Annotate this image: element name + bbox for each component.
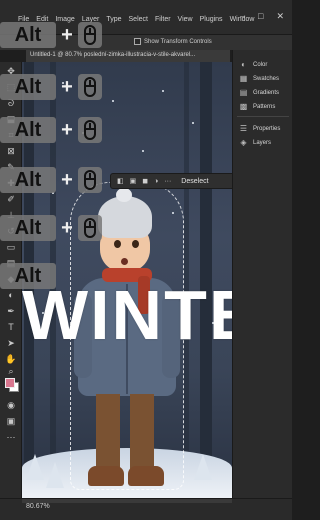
contextual-task-bar: ◧ ▣ ◼ ◑ ··· Deselect bbox=[110, 173, 252, 189]
show-transform-controls-label: Show Transform Controls bbox=[144, 38, 212, 45]
deselect-button[interactable]: Deselect bbox=[181, 178, 208, 185]
swatches-icon: ▦ bbox=[239, 74, 248, 83]
panel-layers[interactable]: ◈ Layers bbox=[239, 138, 271, 147]
snowflake bbox=[192, 122, 194, 124]
eraser-tool-icon[interactable]: ▭ bbox=[5, 242, 17, 253]
panel-properties[interactable]: ☰ Properties bbox=[239, 124, 280, 133]
edit-toolbar-icon[interactable]: ⋯ bbox=[5, 432, 17, 443]
alt-scroll-overlay: Alt + bbox=[0, 22, 102, 48]
dodge-tool-icon[interactable]: ◐ bbox=[5, 290, 17, 301]
menu-plugins[interactable]: Plugins bbox=[200, 16, 223, 23]
checkbox-box[interactable] bbox=[134, 38, 141, 45]
show-transform-controls-checkbox[interactable]: Show Transform Controls bbox=[134, 38, 212, 45]
layers-icon: ◈ bbox=[240, 138, 247, 147]
pen-tool-icon[interactable]: ✒ bbox=[5, 306, 17, 317]
snowy-pine bbox=[194, 454, 212, 480]
panel-swatches[interactable]: ▦ Swatches bbox=[239, 74, 279, 83]
panel-gradients[interactable]: ▤ Gradients bbox=[239, 88, 279, 97]
plus-sign: + bbox=[61, 23, 73, 46]
panel-label: Patterns bbox=[253, 103, 276, 110]
color-icon: ◐ bbox=[241, 60, 246, 69]
snowflake bbox=[112, 100, 114, 102]
alt-scroll-overlay: Alt + bbox=[0, 74, 102, 100]
panel-label: Color bbox=[253, 61, 268, 68]
menu-type[interactable]: Type bbox=[106, 16, 121, 23]
alt-key: Alt bbox=[0, 22, 56, 48]
more-options-icon[interactable]: ··· bbox=[164, 178, 171, 185]
path-selection-tool-icon[interactable]: ➤ bbox=[5, 338, 17, 349]
document-tab[interactable]: Untitled-1 @ 80.7% poslední-zimka-illust… bbox=[26, 50, 230, 62]
frame-tool-icon[interactable]: ⊠ bbox=[5, 146, 17, 157]
horizontal-scrollbar[interactable] bbox=[22, 499, 232, 503]
zoom-level[interactable]: 80.67% bbox=[26, 503, 50, 510]
snowy-pine bbox=[46, 462, 64, 488]
alt-scroll-overlay: Alt + bbox=[0, 117, 102, 143]
maximize-button[interactable]: □ bbox=[258, 11, 263, 22]
plus-sign: + bbox=[61, 118, 73, 141]
panel-patterns[interactable]: ▩ Patterns bbox=[239, 102, 276, 111]
status-bar: 80.67% bbox=[0, 498, 292, 520]
properties-icon: ☰ bbox=[239, 124, 248, 133]
window-controls: – □ ✕ bbox=[240, 11, 284, 22]
mouse-icon bbox=[78, 117, 102, 143]
hand-tool-icon[interactable]: ✋ bbox=[5, 354, 17, 365]
alt-key: Alt bbox=[0, 167, 56, 193]
alt-key: Alt bbox=[0, 74, 56, 100]
alt-scroll-overlay: Alt bbox=[0, 263, 56, 289]
brush-tool-icon[interactable]: ✐ bbox=[5, 194, 17, 205]
mouse-icon bbox=[78, 74, 102, 100]
zoom-tool-icon[interactable]: ⌕ bbox=[5, 366, 17, 377]
minimize-button[interactable]: – bbox=[240, 11, 245, 22]
alt-scroll-overlay: Alt + bbox=[0, 215, 102, 241]
panel-label: Gradients bbox=[253, 89, 280, 96]
patterns-icon: ▩ bbox=[239, 102, 248, 111]
mouse-icon bbox=[78, 215, 102, 241]
gradients-icon: ▤ bbox=[239, 88, 248, 97]
panel-label: Properties bbox=[253, 125, 281, 132]
panel-divider bbox=[237, 116, 289, 117]
panel-color[interactable]: ◐ Color bbox=[239, 60, 267, 69]
plus-sign: + bbox=[61, 75, 73, 98]
select-subject-icon[interactable]: ◧ bbox=[117, 177, 124, 185]
mouse-icon bbox=[78, 22, 102, 48]
panel-label: Swatches bbox=[253, 75, 280, 82]
snowy-pine bbox=[26, 454, 44, 480]
alt-key: Alt bbox=[0, 215, 56, 241]
mask-icon[interactable]: ▣ bbox=[130, 177, 137, 185]
type-tool-icon[interactable]: T bbox=[5, 322, 17, 333]
quick-mask-icon[interactable]: ◉ bbox=[5, 400, 17, 411]
plus-sign: + bbox=[61, 168, 73, 191]
alt-scroll-overlay: Alt + bbox=[0, 167, 102, 193]
menu-filter[interactable]: Filter bbox=[155, 16, 171, 23]
alt-key: Alt bbox=[0, 117, 56, 143]
right-panels: ◐ Color ▦ Swatches ▤ Gradients ▩ Pattern… bbox=[232, 50, 292, 498]
foreground-color-swatch[interactable] bbox=[5, 378, 15, 388]
panel-label: Layers bbox=[253, 139, 272, 146]
menu-view[interactable]: View bbox=[178, 16, 193, 23]
mouse-icon bbox=[78, 167, 102, 193]
close-button[interactable]: ✕ bbox=[276, 11, 284, 22]
snowflake bbox=[162, 90, 164, 92]
snowflake bbox=[142, 150, 144, 152]
fill-icon[interactable]: ◼ bbox=[142, 177, 148, 185]
screen-mode-icon[interactable]: ▣ bbox=[5, 416, 17, 427]
adjust-icon[interactable]: ◑ bbox=[154, 178, 158, 185]
plus-sign: + bbox=[61, 216, 73, 239]
alt-key: Alt bbox=[0, 263, 56, 289]
menu-select[interactable]: Select bbox=[129, 16, 148, 23]
